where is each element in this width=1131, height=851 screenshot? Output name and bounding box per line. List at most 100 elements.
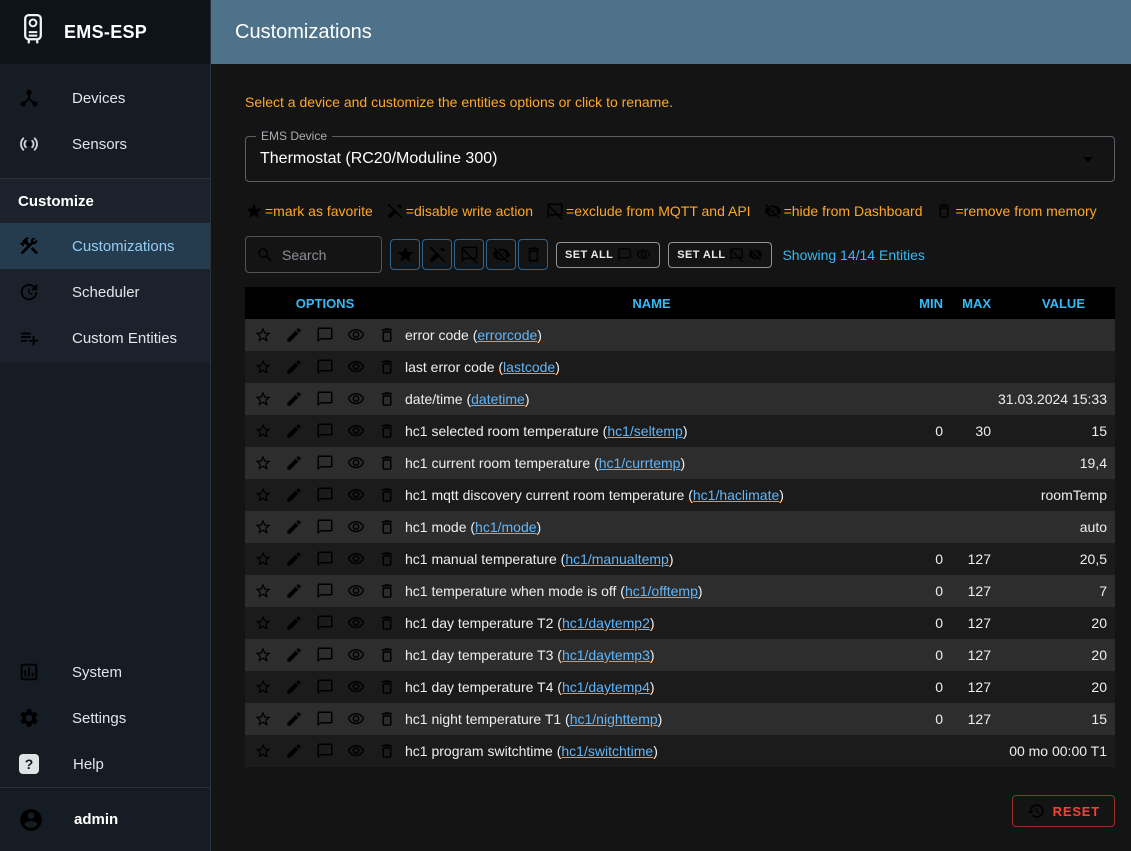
sidebar-item-help[interactable]: ? Help bbox=[0, 741, 210, 787]
favorite-star-button[interactable] bbox=[251, 387, 275, 411]
visibility-button[interactable] bbox=[344, 707, 368, 731]
visibility-button[interactable] bbox=[344, 675, 368, 699]
delete-button[interactable] bbox=[375, 579, 399, 603]
favorite-star-button[interactable] bbox=[251, 611, 275, 635]
table-row[interactable]: last error code (lastcode) bbox=[245, 351, 1115, 383]
edit-entity-button[interactable] bbox=[282, 707, 306, 731]
mqtt-exclude-button[interactable] bbox=[313, 387, 337, 411]
table-row[interactable]: hc1 selected room temperature (hc1/selte… bbox=[245, 415, 1115, 447]
delete-button[interactable] bbox=[375, 419, 399, 443]
search-box[interactable] bbox=[245, 236, 382, 273]
sidebar-item-custom-entities[interactable]: Custom Entities bbox=[0, 315, 210, 361]
delete-button[interactable] bbox=[375, 387, 399, 411]
sidebar-item-scheduler[interactable]: Scheduler bbox=[0, 269, 210, 315]
sidebar-item-sensors[interactable]: Sensors bbox=[0, 121, 210, 167]
entity-name[interactable]: hc1 mqtt discovery current room temperat… bbox=[405, 487, 898, 503]
visibility-button[interactable] bbox=[344, 323, 368, 347]
entity-shortname-link[interactable]: hc1/daytemp3 bbox=[562, 647, 650, 663]
sidebar-item-settings[interactable]: Settings bbox=[0, 695, 210, 741]
entity-name[interactable]: date/time (datetime) bbox=[405, 391, 898, 407]
entity-shortname-link[interactable]: hc1/nighttemp bbox=[570, 711, 658, 727]
sidebar-item-devices[interactable]: Devices bbox=[0, 75, 210, 121]
edit-entity-button[interactable] bbox=[282, 355, 306, 379]
favorite-star-button[interactable] bbox=[251, 643, 275, 667]
visibility-button[interactable] bbox=[344, 483, 368, 507]
edit-entity-button[interactable] bbox=[282, 675, 306, 699]
delete-button[interactable] bbox=[375, 323, 399, 347]
entity-shortname-link[interactable]: hc1/offtemp bbox=[625, 583, 698, 599]
entity-shortname-link[interactable]: hc1/daytemp4 bbox=[562, 679, 650, 695]
entity-name[interactable]: hc1 day temperature T4 (hc1/daytemp4) bbox=[405, 679, 898, 695]
favorite-star-button[interactable] bbox=[251, 451, 275, 475]
visibility-button[interactable] bbox=[344, 611, 368, 635]
edit-entity-button[interactable] bbox=[282, 483, 306, 507]
table-row[interactable]: hc1 mqtt discovery current room temperat… bbox=[245, 479, 1115, 511]
table-row[interactable]: hc1 night temperature T1 (hc1/nighttemp)… bbox=[245, 703, 1115, 735]
entity-shortname-link[interactable]: hc1/manualtemp bbox=[565, 551, 669, 567]
delete-button[interactable] bbox=[375, 739, 399, 763]
table-row[interactable]: hc1 temperature when mode is off (hc1/of… bbox=[245, 575, 1115, 607]
entity-shortname-link[interactable]: hc1/switchtime bbox=[561, 743, 653, 759]
filter-exclude-mqtt-toggle[interactable] bbox=[454, 239, 484, 270]
entity-shortname-link[interactable]: hc1/daytemp2 bbox=[562, 615, 650, 631]
delete-button[interactable] bbox=[375, 707, 399, 731]
delete-button[interactable] bbox=[375, 547, 399, 571]
edit-entity-button[interactable] bbox=[282, 611, 306, 635]
mqtt-exclude-button[interactable] bbox=[313, 739, 337, 763]
delete-button[interactable] bbox=[375, 611, 399, 635]
edit-entity-button[interactable] bbox=[282, 643, 306, 667]
table-row[interactable]: hc1 day temperature T3 (hc1/daytemp3) 0 … bbox=[245, 639, 1115, 671]
set-all-hide-button[interactable]: SET ALL bbox=[668, 242, 772, 268]
delete-button[interactable] bbox=[375, 355, 399, 379]
favorite-star-button[interactable] bbox=[251, 707, 275, 731]
visibility-button[interactable] bbox=[344, 515, 368, 539]
table-row[interactable]: hc1 current room temperature (hc1/currte… bbox=[245, 447, 1115, 479]
edit-entity-button[interactable] bbox=[282, 515, 306, 539]
table-row[interactable]: hc1 mode (hc1/mode) auto bbox=[245, 511, 1115, 543]
mqtt-exclude-button[interactable] bbox=[313, 579, 337, 603]
entity-name[interactable]: hc1 day temperature T3 (hc1/daytemp3) bbox=[405, 647, 898, 663]
visibility-button[interactable] bbox=[344, 643, 368, 667]
entity-name[interactable]: hc1 current room temperature (hc1/currte… bbox=[405, 455, 898, 471]
mqtt-exclude-button[interactable] bbox=[313, 611, 337, 635]
entity-name[interactable]: hc1 program switchtime (hc1/switchtime) bbox=[405, 743, 898, 759]
table-row[interactable]: error code (errorcode) bbox=[245, 319, 1115, 351]
favorite-star-button[interactable] bbox=[251, 547, 275, 571]
mqtt-exclude-button[interactable] bbox=[313, 547, 337, 571]
entity-name[interactable]: hc1 day temperature T2 (hc1/daytemp2) bbox=[405, 615, 898, 631]
edit-entity-button[interactable] bbox=[282, 451, 306, 475]
entity-name[interactable]: hc1 manual temperature (hc1/manualtemp) bbox=[405, 551, 898, 567]
sidebar-item-system[interactable]: System bbox=[0, 649, 210, 695]
visibility-button[interactable] bbox=[344, 547, 368, 571]
entity-name[interactable]: last error code (lastcode) bbox=[405, 359, 898, 375]
visibility-button[interactable] bbox=[344, 419, 368, 443]
entity-name[interactable]: hc1 mode (hc1/mode) bbox=[405, 519, 898, 535]
favorite-star-button[interactable] bbox=[251, 355, 275, 379]
mqtt-exclude-button[interactable] bbox=[313, 323, 337, 347]
delete-button[interactable] bbox=[375, 451, 399, 475]
entity-name[interactable]: hc1 selected room temperature (hc1/selte… bbox=[405, 423, 898, 439]
edit-entity-button[interactable] bbox=[282, 547, 306, 571]
entity-shortname-link[interactable]: hc1/seltemp bbox=[607, 423, 682, 439]
favorite-star-button[interactable] bbox=[251, 323, 275, 347]
entity-name[interactable]: hc1 temperature when mode is off (hc1/of… bbox=[405, 583, 898, 599]
favorite-star-button[interactable] bbox=[251, 483, 275, 507]
mqtt-exclude-button[interactable] bbox=[313, 707, 337, 731]
entity-name[interactable]: error code (errorcode) bbox=[405, 327, 898, 343]
visibility-button[interactable] bbox=[344, 579, 368, 603]
mqtt-exclude-button[interactable] bbox=[313, 675, 337, 699]
filter-disable-write-toggle[interactable] bbox=[422, 239, 452, 270]
edit-entity-button[interactable] bbox=[282, 387, 306, 411]
delete-button[interactable] bbox=[375, 675, 399, 699]
visibility-button[interactable] bbox=[344, 387, 368, 411]
reset-button[interactable]: RESET bbox=[1012, 795, 1115, 827]
set-all-show-button[interactable]: SET ALL bbox=[556, 242, 660, 268]
delete-button[interactable] bbox=[375, 643, 399, 667]
filter-hide-dashboard-toggle[interactable] bbox=[486, 239, 516, 270]
table-row[interactable]: hc1 program switchtime (hc1/switchtime) … bbox=[245, 735, 1115, 767]
filter-remove-memory-toggle[interactable] bbox=[518, 239, 548, 270]
edit-entity-button[interactable] bbox=[282, 323, 306, 347]
entity-name[interactable]: hc1 night temperature T1 (hc1/nighttemp) bbox=[405, 711, 898, 727]
favorite-star-button[interactable] bbox=[251, 579, 275, 603]
entity-shortname-link[interactable]: lastcode bbox=[503, 359, 555, 375]
